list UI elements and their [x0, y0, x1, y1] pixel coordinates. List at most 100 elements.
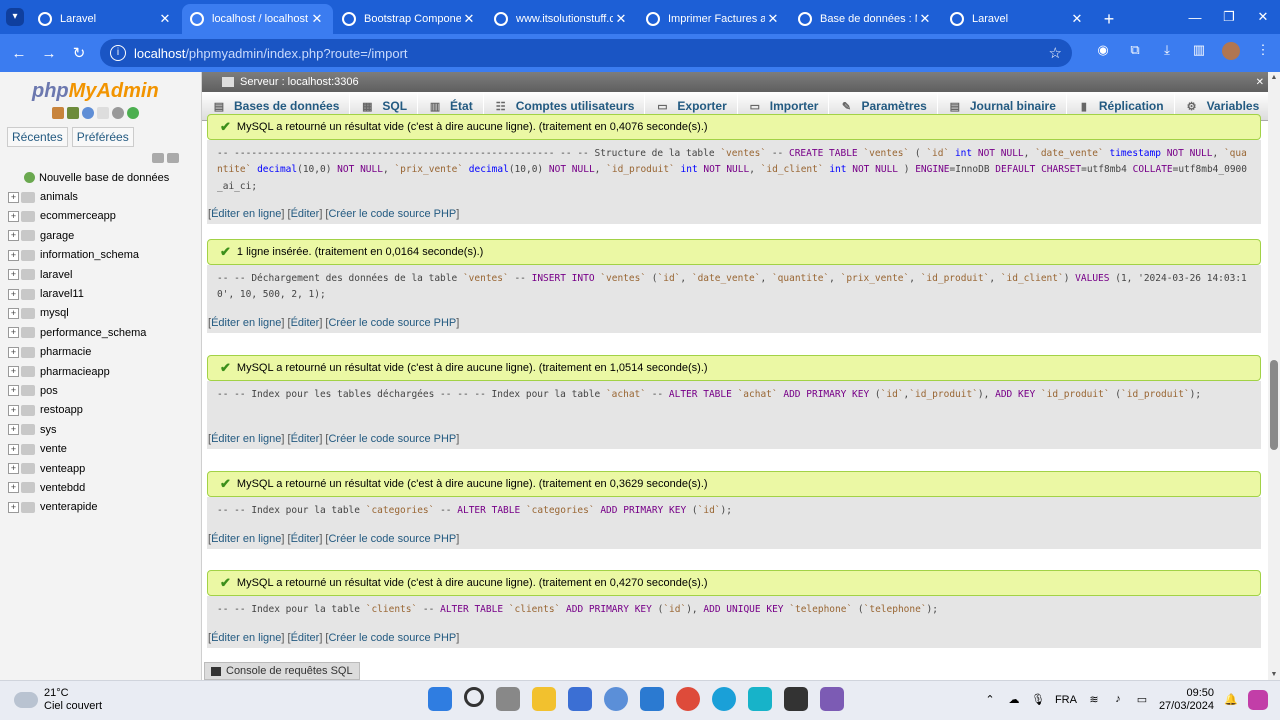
- edit-link[interactable]: Éditer: [291, 632, 320, 644]
- database-name[interactable]: sys: [40, 424, 57, 436]
- database-name[interactable]: laravel: [40, 269, 72, 281]
- docs-icon[interactable]: [97, 107, 109, 119]
- terminal-icon[interactable]: [784, 687, 808, 711]
- sidebar-item-db[interactable]: + ecommerceapp: [0, 207, 202, 226]
- help-icon[interactable]: [82, 107, 94, 119]
- back-icon[interactable]: ←: [4, 45, 34, 62]
- expand-icon[interactable]: +: [8, 288, 19, 300]
- database-name[interactable]: laravel11: [40, 288, 84, 300]
- reload-nav-icon[interactable]: [127, 107, 139, 119]
- database-name[interactable]: pharmacieapp: [40, 366, 110, 378]
- page-scrollbar[interactable]: ▲ ▼: [1268, 72, 1280, 680]
- expand-icon[interactable]: +: [8, 307, 19, 319]
- expand-icon[interactable]: +: [8, 191, 19, 203]
- tab-search-button[interactable]: ▾: [0, 0, 30, 34]
- php-code-link[interactable]: Créer le code source PHP: [328, 632, 456, 644]
- reload-icon[interactable]: ↻: [64, 44, 94, 62]
- volume-icon[interactable]: ♪: [1111, 693, 1125, 707]
- close-tab-icon[interactable]: ✕: [461, 11, 477, 27]
- expand-icon[interactable]: +: [8, 346, 19, 358]
- expand-icon[interactable]: +: [8, 443, 19, 455]
- edit-inline-link[interactable]: Éditer en ligne: [211, 433, 281, 445]
- sidepanel-icon[interactable]: ▥: [1190, 42, 1208, 60]
- sidebar-item-db[interactable]: + ventebdd: [0, 478, 202, 497]
- close-tab-icon[interactable]: ✕: [309, 11, 325, 27]
- profile-avatar[interactable]: [1222, 42, 1240, 60]
- database-name[interactable]: venterapide: [40, 501, 98, 513]
- chrome-icon[interactable]: [676, 687, 700, 711]
- sidebar-item-db[interactable]: + laravel11: [0, 284, 202, 303]
- restore-icon[interactable]: ❐: [1212, 0, 1246, 34]
- copilot-icon[interactable]: [1248, 690, 1268, 710]
- start-icon[interactable]: [428, 687, 452, 711]
- php-code-link[interactable]: Créer le code source PHP: [328, 533, 456, 545]
- browser-tab[interactable]: Laravel ✕: [942, 4, 1093, 34]
- php-code-link[interactable]: Créer le code source PHP: [328, 433, 456, 445]
- browser-tab[interactable]: www.itsolutionstuff.c ✕: [486, 4, 637, 34]
- edit-link[interactable]: Éditer: [291, 433, 320, 445]
- expand-icon[interactable]: +: [8, 327, 19, 339]
- vscode-icon[interactable]: [640, 687, 664, 711]
- database-name[interactable]: garage: [40, 230, 74, 242]
- forward-icon[interactable]: →: [34, 45, 64, 62]
- database-name[interactable]: vente: [40, 443, 67, 455]
- home-icon[interactable]: [52, 107, 64, 119]
- expand-icon[interactable]: +: [8, 463, 19, 475]
- database-name[interactable]: performance_schema: [40, 327, 146, 339]
- database-name[interactable]: venteapp: [40, 463, 85, 475]
- chevron-up-icon[interactable]: ⌃: [983, 693, 997, 707]
- link-icon[interactable]: [167, 153, 179, 163]
- expand-icon[interactable]: +: [8, 366, 19, 378]
- weather-widget[interactable]: 21°C Ciel couvert: [14, 687, 102, 713]
- expand-icon[interactable]: +: [8, 501, 19, 513]
- sidebar-item-db[interactable]: + animals: [0, 187, 202, 206]
- address-bar[interactable]: i localhost/phpmyadmin/index.php?route=/…: [100, 39, 1072, 67]
- search-icon[interactable]: [464, 687, 484, 707]
- phpmyadmin-logo[interactable]: phpMyAdmin: [32, 80, 159, 103]
- edit-inline-link[interactable]: Éditer en ligne: [211, 317, 281, 329]
- wifi-icon[interactable]: ≋: [1087, 693, 1101, 707]
- database-name[interactable]: information_schema: [40, 249, 139, 261]
- sidebar-item-db[interactable]: + vente: [0, 439, 202, 458]
- app3-icon[interactable]: [820, 687, 844, 711]
- menu-dots-icon[interactable]: ⋮: [1254, 42, 1272, 60]
- php-code-link[interactable]: Créer le code source PHP: [328, 208, 456, 220]
- scroll-thumb[interactable]: [1270, 360, 1278, 450]
- close-tab-icon[interactable]: ✕: [765, 11, 781, 27]
- sql-console-tab[interactable]: Console de requêtes SQL: [204, 662, 360, 680]
- site-info-icon[interactable]: i: [110, 45, 126, 61]
- server-label[interactable]: Serveur : localhost:3306: [240, 76, 359, 88]
- new-database-item[interactable]: Nouvelle base de données: [0, 168, 202, 187]
- close-tab-icon[interactable]: ✕: [613, 11, 629, 27]
- sidebar-item-db[interactable]: + pharmacieapp: [0, 362, 202, 381]
- edge-icon[interactable]: [712, 687, 736, 711]
- tab-favorites[interactable]: Préférées: [71, 127, 134, 147]
- edit-inline-link[interactable]: Éditer en ligne: [211, 533, 281, 545]
- browser-tab[interactable]: Base de données : M ✕: [790, 4, 941, 34]
- database-name[interactable]: pos: [40, 385, 58, 397]
- sidebar-item-db[interactable]: + pharmacie: [0, 343, 202, 362]
- collapse-header-icon[interactable]: ✕: [1256, 77, 1264, 88]
- close-window-icon[interactable]: ✕: [1246, 0, 1280, 34]
- extension-icon[interactable]: ◉: [1094, 42, 1112, 60]
- app-icon[interactable]: [604, 687, 628, 711]
- sidebar-item-db[interactable]: + sys: [0, 420, 202, 439]
- settings-icon[interactable]: [112, 107, 124, 119]
- microphone-icon[interactable]: 🎙: [1031, 693, 1045, 707]
- edit-inline-link[interactable]: Éditer en ligne: [211, 632, 281, 644]
- sidebar-item-db[interactable]: + laravel: [0, 265, 202, 284]
- expand-icon[interactable]: +: [8, 404, 19, 416]
- php-code-link[interactable]: Créer le code source PHP: [328, 317, 456, 329]
- edit-link[interactable]: Éditer: [291, 208, 320, 220]
- close-tab-icon[interactable]: ✕: [1069, 11, 1085, 27]
- database-name[interactable]: ventebdd: [40, 482, 85, 494]
- sidebar-item-db[interactable]: + mysql: [0, 304, 202, 323]
- sidebar-item-db[interactable]: + pos: [0, 381, 202, 400]
- database-name[interactable]: animals: [40, 191, 78, 203]
- sidebar-item-db[interactable]: + venteapp: [0, 459, 202, 478]
- expand-icon[interactable]: +: [8, 230, 19, 242]
- collapse-all-icon[interactable]: [152, 153, 164, 163]
- scroll-up-icon[interactable]: ▲: [1268, 74, 1280, 81]
- app2-icon[interactable]: [748, 687, 772, 711]
- edit-link[interactable]: Éditer: [291, 317, 320, 329]
